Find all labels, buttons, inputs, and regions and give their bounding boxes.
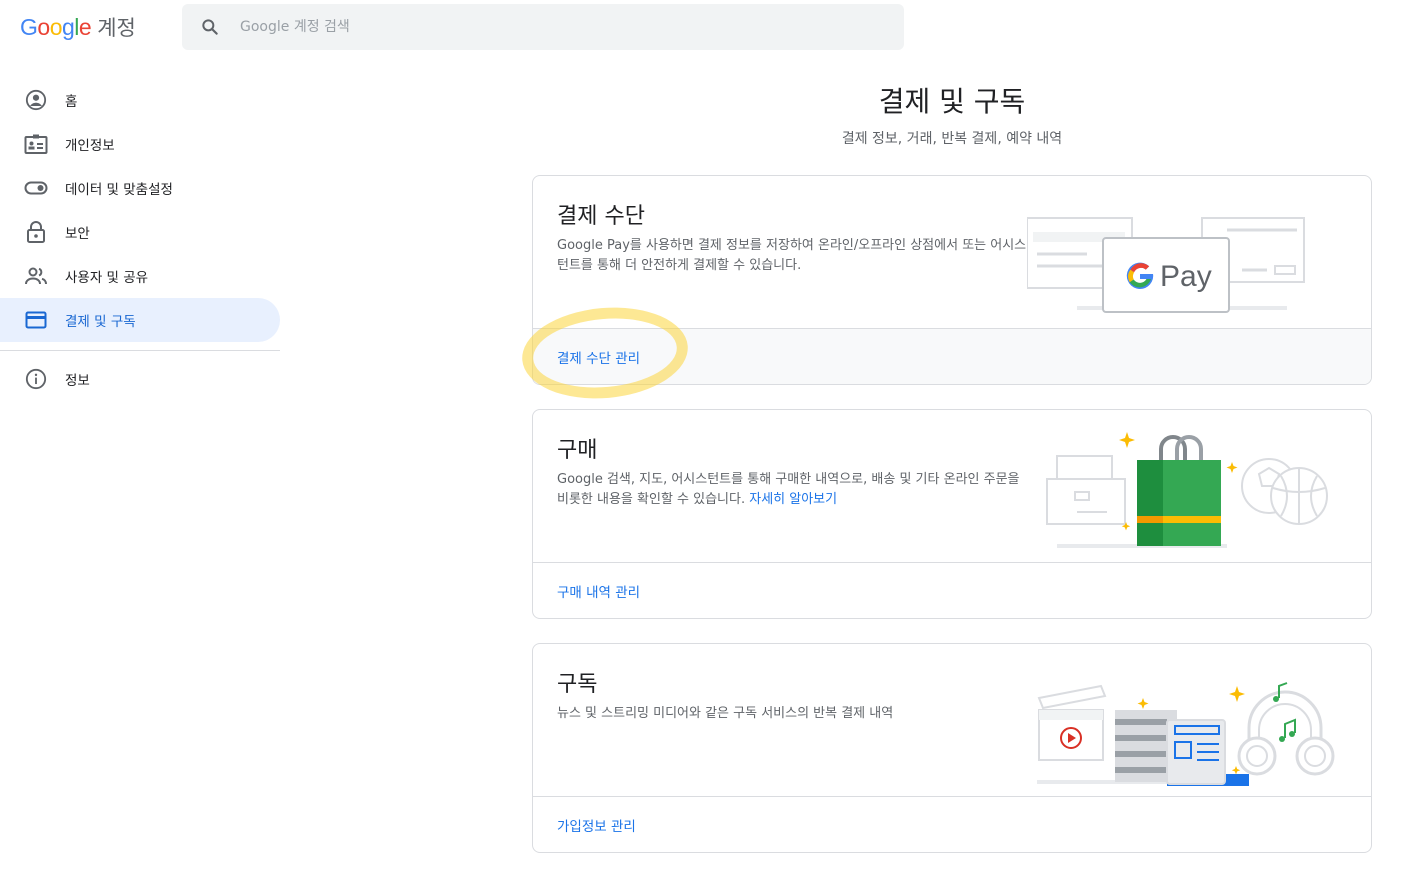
shopping-bag-illustration xyxy=(1046,432,1328,548)
sidebar-item-personal-info[interactable]: 개인정보 xyxy=(0,122,280,166)
sidebar-item-data-personalization[interactable]: 데이터 및 맞춤설정 xyxy=(0,166,280,210)
sidebar-item-about[interactable]: 정보 xyxy=(0,357,280,401)
card-footer: 결제 수단 관리 xyxy=(533,328,1371,384)
credit-card-icon xyxy=(24,308,48,332)
sidebar-item-home[interactable]: 홈 xyxy=(0,78,280,122)
payment-methods-card: 결제 수단 Google Pay를 사용하면 결제 정보를 저장하여 온라인/오… xyxy=(532,175,1372,385)
manage-payment-methods-link[interactable]: 결제 수단 관리 xyxy=(557,347,640,367)
card-footer: 가입정보 관리 xyxy=(533,796,1371,852)
lock-icon xyxy=(24,220,48,244)
search-input[interactable] xyxy=(240,19,840,35)
learn-more-link[interactable]: 자세히 알아보기 xyxy=(749,492,837,507)
sidebar-item-label: 결제 및 구독 xyxy=(65,314,136,330)
headphones-music-icon xyxy=(1237,682,1335,776)
header: Google 계정 xyxy=(0,0,1428,56)
card-description: Google 검색, 지도, 어시스턴트를 통해 구매한 내역으로, 배송 및 … xyxy=(557,470,1027,510)
card-description: Google Pay를 사용하면 결제 정보를 저장하여 온라인/오프라인 상점… xyxy=(557,238,1027,273)
id-card-icon xyxy=(24,132,48,156)
card-footer: 구매 내역 관리 xyxy=(533,562,1371,618)
google-logo-word: Google xyxy=(20,14,92,40)
search-icon[interactable] xyxy=(200,17,220,37)
sidebar-divider xyxy=(0,350,280,351)
card-body: 결제 수단 Google Pay를 사용하면 결제 정보를 저장하여 온라인/오… xyxy=(533,176,1371,328)
account-circle-icon xyxy=(24,88,48,112)
subscriptions-illustration xyxy=(1037,682,1335,786)
card-title: 결제 수단 xyxy=(557,204,645,229)
card-body: 구독 뉴스 및 스트리밍 미디어와 같은 구독 서비스의 반복 결제 내역 xyxy=(533,644,1371,796)
page-subtitle: 결제 정보, 거래, 반복 결제, 예약 내역 xyxy=(841,131,1063,147)
subscriptions-card: 구독 뉴스 및 스트리밍 미디어와 같은 구독 서비스의 반복 결제 내역 가입… xyxy=(532,643,1372,853)
manage-purchases-link[interactable]: 구매 내역 관리 xyxy=(557,581,640,601)
sidebar-item-label: 보안 xyxy=(65,226,90,242)
newspaper-stack-icon xyxy=(1115,710,1249,786)
sidebar-item-label: 정보 xyxy=(65,373,90,389)
sidebar-item-security[interactable]: 보안 xyxy=(0,210,280,254)
search-bar[interactable] xyxy=(182,4,904,50)
manage-subscriptions-link[interactable]: 가입정보 관리 xyxy=(557,815,636,835)
sidebar-item-label: 홈 xyxy=(65,94,78,110)
card-title: 구독 xyxy=(557,672,598,697)
card-description: 뉴스 및 스트리밍 미디어와 같은 구독 서비스의 반복 결제 내역 xyxy=(557,706,894,721)
page-title: 결제 및 구독 xyxy=(878,85,1026,118)
product-name: 계정 xyxy=(97,17,136,40)
gpay-label: Pay xyxy=(1160,260,1212,293)
card-body: 구매 Google 검색, 지도, 어시스턴트를 통해 구매한 내역으로, 배송… xyxy=(533,410,1371,562)
sidebar-item-people-sharing[interactable]: 사용자 및 공유 xyxy=(0,254,280,298)
sidebar-item-label: 데이터 및 맞춤설정 xyxy=(65,182,173,198)
sidebar-item-payments-subscriptions[interactable]: 결제 및 구독 xyxy=(0,298,280,342)
purchases-card: 구매 Google 검색, 지도, 어시스턴트를 통해 구매한 내역으로, 배송… xyxy=(532,409,1372,619)
toggle-icon xyxy=(24,176,48,200)
clapperboard-icon xyxy=(1037,684,1107,761)
card-title: 구매 xyxy=(557,438,598,463)
sidebar-nav: 홈 개인정보 데이터 및 맞춤설정 보안 사용자 및 공유 결제 및 구독 정보 xyxy=(0,78,280,401)
info-icon xyxy=(24,367,48,391)
people-icon xyxy=(24,264,48,288)
google-account-logo[interactable]: Google 계정 xyxy=(20,12,136,42)
google-pay-illustration: Pay xyxy=(1027,217,1305,313)
sidebar-item-label: 사용자 및 공유 xyxy=(65,270,149,286)
sidebar-item-label: 개인정보 xyxy=(65,138,115,154)
